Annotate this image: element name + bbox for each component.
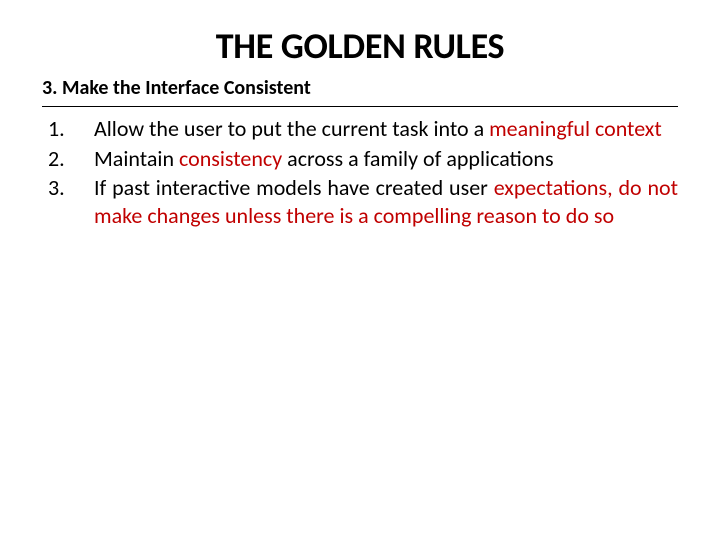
item-text: If past interactive models have created …	[94, 174, 494, 201]
rule-list: Allow the user to put the current task i…	[42, 115, 678, 229]
item-text: Allow the user to put the current task i…	[94, 115, 489, 142]
item-highlight: consistency	[179, 145, 282, 172]
list-item: Maintain consistency across a family of …	[42, 145, 678, 173]
divider	[42, 106, 678, 107]
item-highlight: meaningful context	[489, 115, 662, 142]
list-item: If past interactive models have created …	[42, 174, 678, 229]
item-text: Maintain	[94, 145, 179, 172]
page-title: THE GOLDEN RULES	[42, 24, 678, 68]
section-subtitle: 3. Make the Interface Consistent	[42, 76, 678, 100]
item-text: across a family of applications	[282, 145, 553, 172]
list-item: Allow the user to put the current task i…	[42, 115, 678, 143]
